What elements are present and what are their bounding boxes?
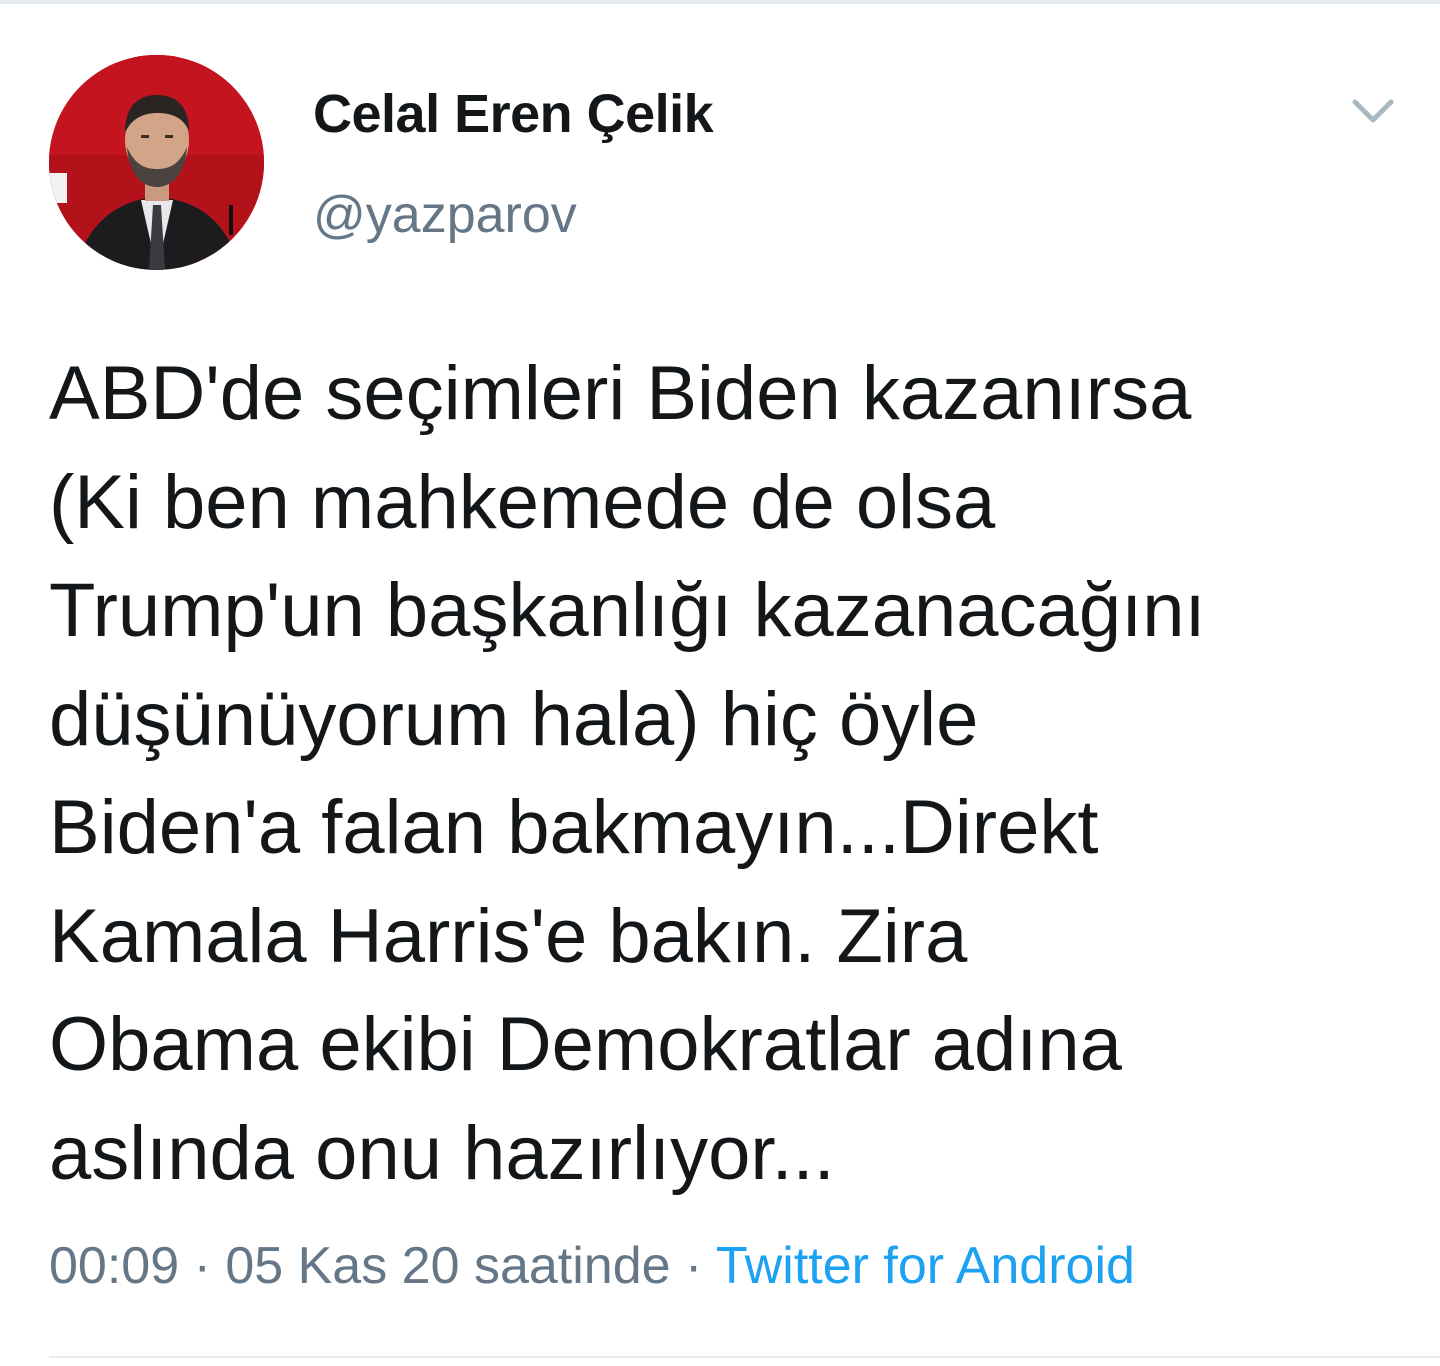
tweet-meta: 00:09 · 05 Kas 20 saatinde · Twitter for… [49, 1236, 1135, 1296]
avatar[interactable] [49, 55, 264, 270]
author-handle[interactable]: @yazparov [313, 185, 577, 245]
tweet-text: ABD'de seçimleri Biden kazanırsa (Ki ben… [49, 351, 1206, 1196]
tweet-timestamp[interactable]: 00:09 · 05 Kas 20 saatinde [49, 1237, 671, 1295]
meta-separator: · [670, 1237, 716, 1295]
tweet-source-link[interactable]: Twitter for Android [716, 1237, 1135, 1295]
bottom-divider [49, 1356, 1440, 1358]
author-display-name[interactable]: Celal Eren Çelik [313, 83, 714, 145]
avatar-photo [49, 55, 264, 270]
tweet-card: Celal Eren Çelik @yazparov ABD'de seçiml… [0, 0, 1440, 1366]
chevron-down-icon[interactable] [1345, 92, 1401, 132]
